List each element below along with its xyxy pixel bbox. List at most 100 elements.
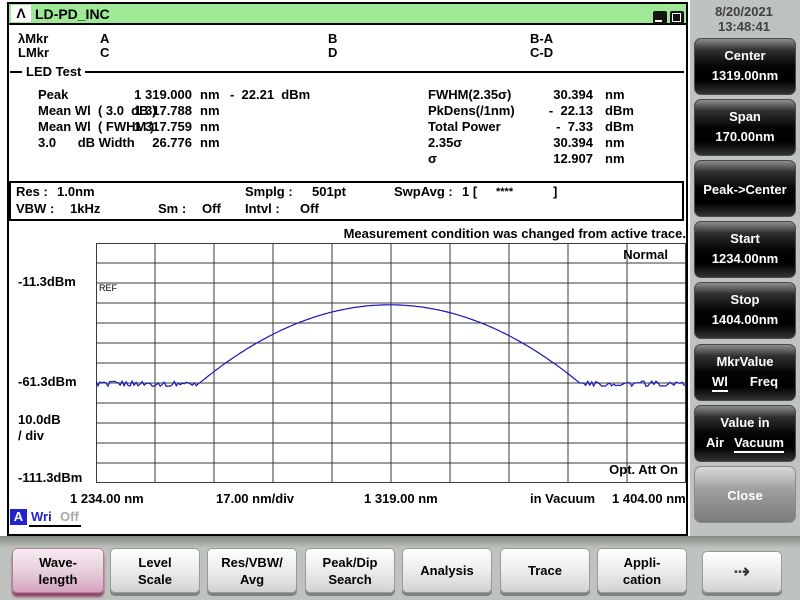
option-vacuum: Vacuum — [734, 435, 784, 453]
vbw-label: VBW : — [16, 201, 55, 216]
sweep-settings-box — [9, 181, 684, 221]
right-arrow-icon: ⇢ — [733, 560, 751, 583]
lambda-marker-label: λMkr — [18, 31, 49, 46]
osa-screen: Λ LD-PD_INC λMkr A B B-A LMkr C D C-D LE… — [0, 0, 800, 600]
fkey-label: Appli- — [623, 554, 661, 570]
analysis-value: 12.907 — [553, 151, 593, 166]
fkey-label: Res/VBW/ — [221, 554, 283, 570]
analysis-label: Total Power — [428, 119, 501, 134]
trace-mode-underline — [29, 525, 81, 527]
marker-d: D — [328, 45, 338, 60]
trace-write-mode: Wri — [31, 509, 52, 524]
brand-logo-icon: Λ — [11, 5, 31, 22]
datetime-display: 8/20/2021 13:48:41 — [690, 4, 798, 34]
analysis-label: 2.35σ — [428, 135, 463, 150]
marker-value-softkey[interactable]: MkrValue Wl Freq — [694, 344, 796, 401]
fkey-label: Trace — [528, 563, 562, 578]
trace-letter-badge: A — [10, 509, 27, 525]
x-axis-medium-label: in Vacuum — [530, 491, 596, 506]
analysis-value: 30.394 — [553, 135, 593, 150]
peak-power-value: - 22.21 dBm — [230, 87, 311, 102]
optical-attenuator-status: Opt. Att On — [609, 462, 678, 477]
vbw-value: 1kHz — [70, 201, 101, 216]
option-wavelength: Wl — [711, 374, 728, 392]
bottom-bar-strip — [0, 536, 800, 548]
softkey-value: 1404.00nm — [711, 312, 779, 327]
marker-b-a: B-A — [530, 31, 554, 46]
value-in-softkey[interactable]: Value in Air Vacuum — [694, 405, 796, 462]
analysis-label: PkDens(/1nm) — [428, 103, 515, 118]
softkey-label: Stop — [730, 292, 760, 307]
analysis-unit: nm — [605, 87, 625, 102]
softkey-label: MkrValue — [716, 354, 774, 369]
analysis-unit: nm — [200, 119, 220, 134]
title-bar — [9, 4, 686, 25]
x-axis-start-label: 1 234.00 nm — [70, 491, 144, 506]
sweep-avg-value: 1 [ — [462, 184, 478, 199]
option-frequency: Freq — [749, 374, 779, 389]
window-title: LD-PD_INC — [35, 6, 110, 22]
analysis-menu-button[interactable]: Analysis — [402, 548, 492, 593]
softkey-label: Span — [729, 109, 761, 124]
y-axis-mid-label: -61.3dBm — [18, 374, 77, 389]
level-scale-menu-button[interactable]: Level Scale — [110, 548, 200, 593]
center-softkey[interactable]: Center 1319.00nm — [694, 38, 796, 95]
start-softkey[interactable]: Start 1234.00nm — [694, 221, 796, 278]
sweep-avg-label: SwpAvg : — [394, 184, 453, 199]
sampling-value: 501pt — [312, 184, 346, 199]
marker-c-d: C-D — [530, 45, 554, 60]
close-softkey[interactable]: Close — [694, 466, 796, 523]
maximize-button[interactable] — [670, 11, 684, 24]
fkey-label: Avg — [239, 571, 265, 587]
option-air: Air — [706, 435, 725, 450]
minimize-button[interactable] — [653, 11, 667, 24]
interval-label: Intvl : — [245, 201, 280, 216]
spectrum-chart — [96, 243, 686, 483]
res-label: Res : — [16, 184, 48, 199]
res-vbw-avg-menu-button[interactable]: Res/VBW/ Avg — [207, 548, 297, 593]
analysis-unit: nm — [200, 135, 220, 150]
peak-dip-search-menu-button[interactable]: Peak/Dip Search — [305, 548, 395, 593]
ref-level-label: REF — [99, 283, 117, 293]
interval-value: Off — [300, 201, 319, 216]
fkey-label: Peak/Dip — [322, 554, 378, 570]
analysis-value: - 22.13 — [548, 103, 593, 118]
softkey-label: Start — [730, 231, 760, 246]
trace-menu-button[interactable]: Trace — [500, 548, 590, 593]
application-menu-button[interactable]: Appli- cation — [597, 548, 687, 593]
y-axis-ref-label: -11.3dBm — [18, 274, 76, 289]
fkey-label: Analysis — [420, 563, 474, 578]
fkey-label: Scale — [138, 571, 172, 587]
fkey-label: length — [38, 571, 78, 587]
analysis-value: - 7.33 — [556, 119, 593, 134]
analysis-label: Peak — [38, 87, 69, 102]
trace-mode-label: Normal — [623, 247, 668, 262]
main-window: Λ LD-PD_INC λMkr A B B-A LMkr C D C-D LE… — [0, 0, 690, 536]
sampling-label: Smplg : — [245, 184, 293, 199]
peak-to-center-softkey[interactable]: Peak->Center — [694, 160, 796, 217]
x-axis-stop-label: 1 404.00 nm — [612, 491, 686, 506]
fkey-label: Level — [138, 554, 172, 570]
x-axis-center-label: 1 319.00 nm — [364, 491, 438, 506]
analysis-value: 1 319.000 — [134, 87, 192, 102]
smoothing-label: Sm : — [158, 201, 187, 216]
minimize-icon — [655, 20, 662, 22]
sweep-avg-stars: **** — [496, 186, 514, 198]
more-menus-button[interactable]: ⇢ — [702, 551, 782, 593]
test-name-label: LED Test — [22, 64, 86, 79]
marker-a: A — [100, 31, 110, 46]
span-softkey[interactable]: Span 170.00nm — [694, 99, 796, 156]
analysis-unit: dBm — [605, 103, 634, 118]
analysis-value: 1 317.759 — [134, 119, 192, 134]
softkey-value: 1234.00nm — [711, 251, 779, 266]
softkey-label: Value in — [720, 415, 770, 430]
wavelength-menu-button[interactable]: Wave- length — [12, 548, 104, 593]
softkey-label: Center — [724, 48, 766, 63]
stop-softkey[interactable]: Stop 1404.00nm — [694, 282, 796, 339]
analysis-value: 30.394 — [553, 87, 593, 102]
x-axis-div-label: 17.00 nm/div — [216, 491, 295, 506]
marker-b: B — [328, 31, 338, 46]
fkey-label: Search — [328, 571, 372, 587]
section-divider — [10, 71, 684, 73]
softkey-value: 170.00nm — [715, 129, 775, 144]
